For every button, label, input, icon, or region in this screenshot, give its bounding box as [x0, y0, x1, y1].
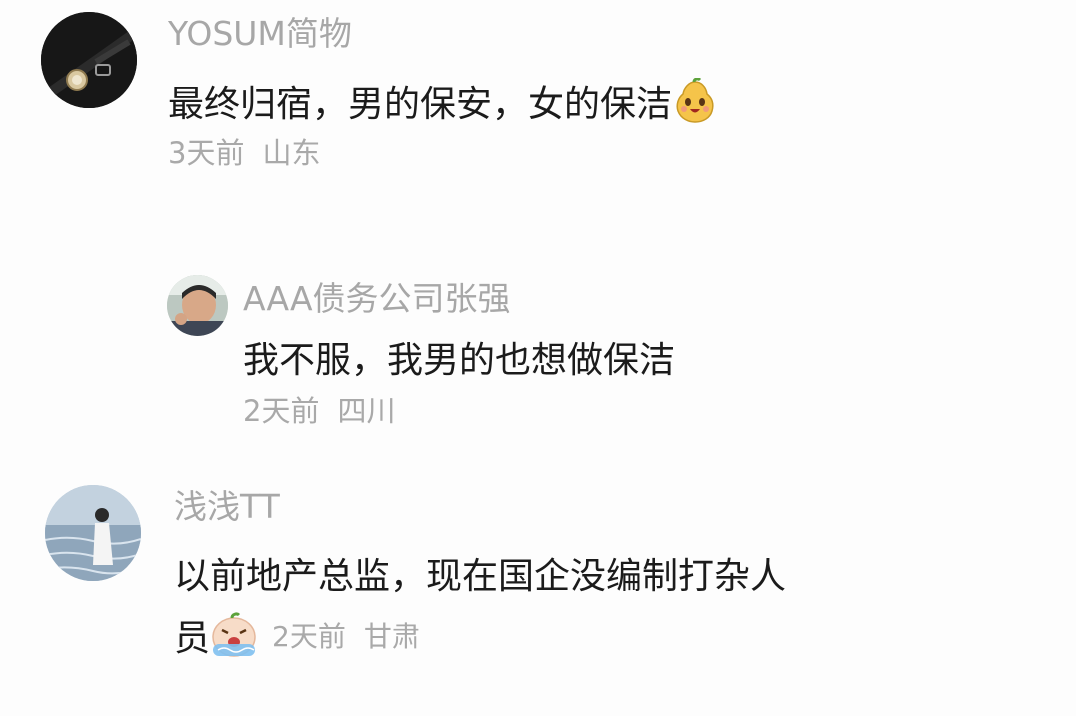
username[interactable]: AAA债务公司张强 — [243, 282, 511, 315]
comment-text-content: 员 — [174, 618, 211, 659]
comment-text-content: 最终归宿，男的保安，女的保洁 — [168, 84, 673, 125]
smiling-pear-sticker-icon — [672, 77, 718, 135]
location: 甘肃 — [363, 620, 420, 653]
person-by-water-icon — [45, 485, 141, 581]
username[interactable]: YOSUM简物 — [168, 17, 352, 50]
comment-meta: 2天前 甘肃 — [272, 620, 420, 653]
location: 四川 — [337, 394, 396, 428]
avatar[interactable] — [167, 275, 228, 336]
person-avatar-icon — [167, 275, 228, 336]
comment-text-line2: 员 2天前 甘肃 — [174, 610, 420, 669]
location: 山东 — [262, 136, 321, 170]
comment-meta: 3天前 山东 — [168, 139, 320, 168]
comment-text: 最终归宿，男的保安，女的保洁 — [168, 77, 718, 135]
crying-bubble-sticker-icon — [210, 610, 258, 669]
timestamp: 2天前 — [243, 394, 320, 428]
comment-text-line1: 以前地产总监，现在国企没编制打杂人 — [174, 556, 787, 597]
comment-meta: 2天前 四川 — [243, 397, 395, 426]
username[interactable]: 浅浅TT — [174, 490, 280, 523]
avatar[interactable] — [41, 12, 137, 108]
comment-text: 我不服，我男的也想做保洁 — [243, 340, 676, 381]
timestamp: 2天前 — [272, 620, 346, 653]
avatar[interactable] — [45, 485, 141, 581]
watch-icon — [41, 12, 137, 108]
timestamp: 3天前 — [168, 136, 245, 170]
